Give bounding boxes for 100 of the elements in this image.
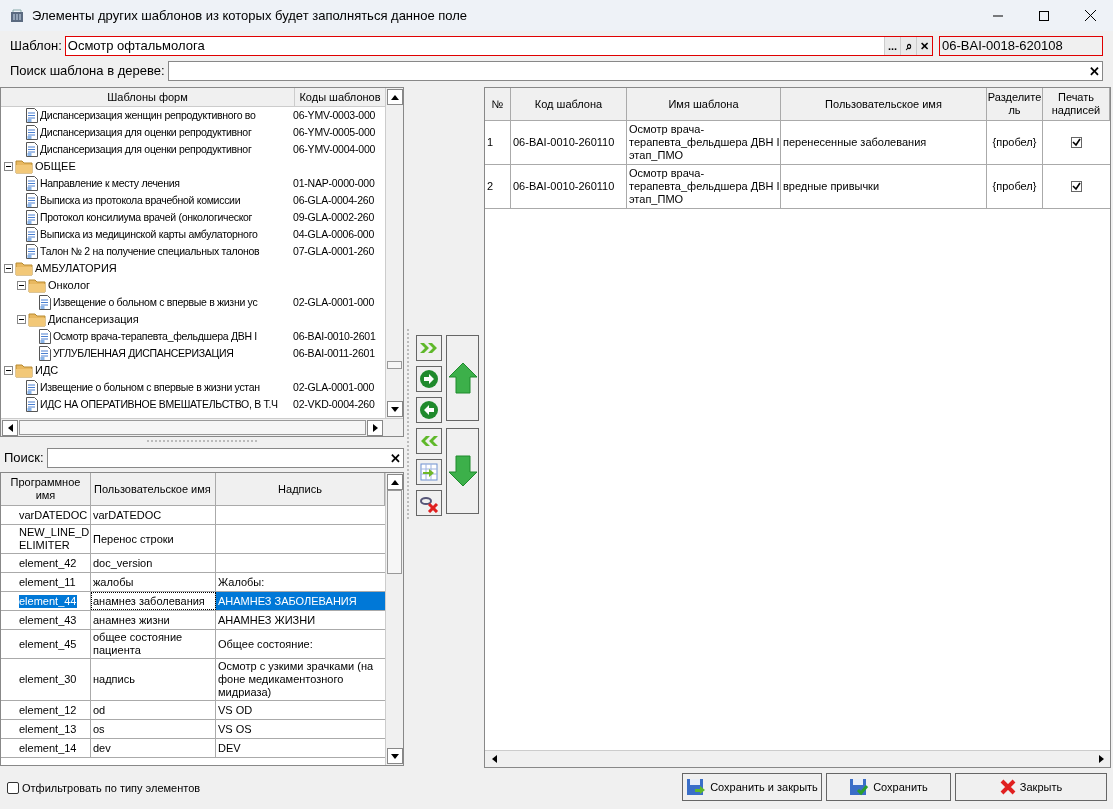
tree-folder[interactable]: Диспансеризация [48, 311, 139, 328]
table-cell[interactable]: element_14 [1, 739, 91, 757]
table-cell[interactable]: element_12 [1, 701, 91, 719]
tree-search-field[interactable]: ✕ [167, 61, 1103, 81]
table-cell[interactable]: element_30 [1, 659, 91, 700]
table-cell[interactable]: 06-BAI-0010-260110 [511, 165, 627, 208]
table-cell[interactable]: od [91, 701, 216, 719]
tool-button[interactable] [416, 490, 442, 516]
table-cell[interactable]: Общее состояние: [216, 630, 385, 658]
tool-button[interactable] [416, 397, 442, 423]
collapse-icon[interactable] [4, 162, 13, 171]
table-cell[interactable]: АНАМНЕЗ ЗАБОЛЕВАНИЯ [216, 592, 385, 610]
horizontal-scrollbar[interactable] [485, 750, 1110, 767]
table-cell[interactable]: {пробел} [987, 121, 1043, 164]
filter-checkbox[interactable] [7, 782, 19, 795]
scroll-left-icon[interactable] [491, 755, 497, 763]
scroll-down-icon[interactable] [390, 753, 399, 759]
tree-item[interactable]: ИДС НА ОПЕРАТИВНОЕ ВМЕШАТЕЛЬСТВО, В Т.Ч [40, 396, 278, 413]
table-cell[interactable]: dev [91, 739, 216, 757]
footer-button[interactable]: Сохранить и закрыть [682, 773, 822, 801]
table-cell[interactable]: 06-BAI-0010-260110 [511, 121, 627, 164]
field-button[interactable]: ... [884, 37, 900, 55]
column-header[interactable]: Пользовательское имя [91, 473, 216, 505]
column-header[interactable]: № [485, 88, 511, 120]
print-checkbox[interactable] [1071, 181, 1082, 192]
tree-item[interactable]: Извещение о больном с впервые в жизни устан [40, 379, 260, 396]
field-button[interactable]: ⌕ [900, 37, 916, 55]
table-cell[interactable]: DEV [216, 739, 385, 757]
column-header[interactable]: Пользовательское имя [781, 88, 987, 120]
clear-button[interactable]: ✕ [387, 451, 403, 465]
column-header[interactable]: Программное имя [1, 473, 91, 505]
table-cell[interactable]: os [91, 720, 216, 738]
table-cell[interactable]: doc_version [91, 554, 216, 572]
vertical-scrollbar[interactable] [385, 473, 403, 765]
table-cell[interactable]: АНАМНЕЗ ЖИЗНИ [216, 611, 385, 629]
table-cell[interactable]: element_43 [1, 611, 91, 629]
table-cell[interactable]: Осмотр врача-терапевта_фельдшера ДВН I этап_ПМО [627, 165, 781, 208]
tree-item[interactable]: Выписка из медицинской карты амбулаторного [40, 226, 258, 243]
tool-button[interactable] [416, 428, 442, 454]
tree-item[interactable]: Извещение о больном с впервые в жизни ус [53, 294, 258, 311]
column-header[interactable]: Имя шаблона [627, 88, 781, 120]
column-header[interactable]: Код шаблона [511, 88, 627, 120]
table-cell[interactable]: element_45 [1, 630, 91, 658]
tree-item[interactable]: Диспансеризация для оценки репродуктивног [40, 124, 252, 141]
print-checkbox[interactable] [1071, 137, 1082, 148]
tree-item[interactable]: Диспансеризация для оценки репродуктивног [40, 141, 252, 158]
scroll-left-icon[interactable] [7, 423, 13, 432]
column-header[interactable]: Печать надписей [1043, 88, 1110, 120]
collapse-icon[interactable] [17, 315, 26, 324]
tree-folder[interactable]: ОБЩЕЕ [35, 158, 76, 175]
move-down-button[interactable] [446, 428, 479, 514]
table-cell[interactable]: Перенос строки [91, 525, 216, 553]
table-cell[interactable]: VS OS [216, 720, 385, 738]
table-cell[interactable]: анамнез жизни [91, 611, 216, 629]
search-field[interactable]: ✕ [46, 448, 404, 468]
table-cell[interactable]: Жалобы: [216, 573, 385, 591]
table-cell[interactable]: надпись [91, 659, 216, 700]
column-header[interactable]: Шаблоны форм [1, 88, 295, 106]
horizontal-scrollbar[interactable] [1, 418, 403, 436]
footer-button[interactable]: Закрыть [955, 773, 1107, 801]
tree-item[interactable]: Выписка из протокола врачебной комиссии [40, 192, 241, 209]
table-cell[interactable]: Осмотр с узкими зрачками (на фоне медикаментозного мидриаза) [216, 659, 385, 700]
table-cell[interactable]: жалобы [91, 573, 216, 591]
filter-label[interactable]: Отфильтровать по типу элементов [22, 780, 201, 797]
tool-button[interactable] [416, 335, 442, 361]
collapse-icon[interactable] [4, 366, 13, 375]
tree-folder[interactable]: Онколог [48, 277, 91, 294]
table-cell[interactable]: общее состояние пациента [91, 630, 216, 658]
table-cell[interactable]: вредные привычки [781, 165, 987, 208]
tree-item[interactable]: УГЛУБЛЕННАЯ ДИСПАНСЕРИЗАЦИЯ [53, 345, 234, 362]
table-cell[interactable]: NEW_LINE_DELIMITER [1, 525, 91, 553]
tree-item[interactable]: Осмотр врача-терапевта_фельдшера ДВН I [53, 328, 257, 345]
collapse-icon[interactable] [4, 264, 13, 273]
column-header[interactable]: Разделитель [987, 88, 1043, 120]
table-cell[interactable]: перенесенные заболевания [781, 121, 987, 164]
table-cell[interactable]: VS OD [216, 701, 385, 719]
tree-folder[interactable]: АМБУЛАТОРИЯ [35, 260, 117, 277]
tree-item[interactable]: Протокол консилиума врачей (онкологическог [40, 209, 253, 226]
column-header[interactable]: Коды шаблонов [295, 88, 385, 106]
tool-button[interactable] [416, 366, 442, 392]
scroll-thumb[interactable] [387, 361, 402, 369]
tool-button[interactable] [416, 459, 442, 485]
tree-folder[interactable]: ИДС [35, 362, 59, 379]
scroll-thumb[interactable] [387, 490, 402, 574]
scroll-right-icon[interactable] [1098, 755, 1104, 763]
table-cell[interactable]: {пробел} [987, 165, 1043, 208]
table-cell[interactable]: Осмотр врача-терапевта_фельдшера ДВН I этап_ПМО [627, 121, 781, 164]
splitter-grip[interactable] [147, 440, 257, 444]
tree-item[interactable]: Диспансеризация женщин репродуктивного во [40, 107, 256, 124]
clear-button[interactable]: ✕ [1086, 64, 1102, 78]
table-cell[interactable]: varDATEDOC [1, 506, 91, 524]
table-cell[interactable]: 2 [485, 165, 511, 208]
table-cell[interactable]: 1 [485, 121, 511, 164]
collapse-icon[interactable] [17, 281, 26, 290]
table-cell[interactable]: varDATEDOC [91, 506, 216, 524]
move-up-button[interactable] [446, 335, 479, 421]
table-cell[interactable]: element_11 [1, 573, 91, 591]
scroll-up-icon[interactable] [390, 479, 399, 485]
tree-item[interactable]: Направление к месту лечения [40, 175, 180, 192]
scroll-right-icon[interactable] [372, 423, 378, 432]
